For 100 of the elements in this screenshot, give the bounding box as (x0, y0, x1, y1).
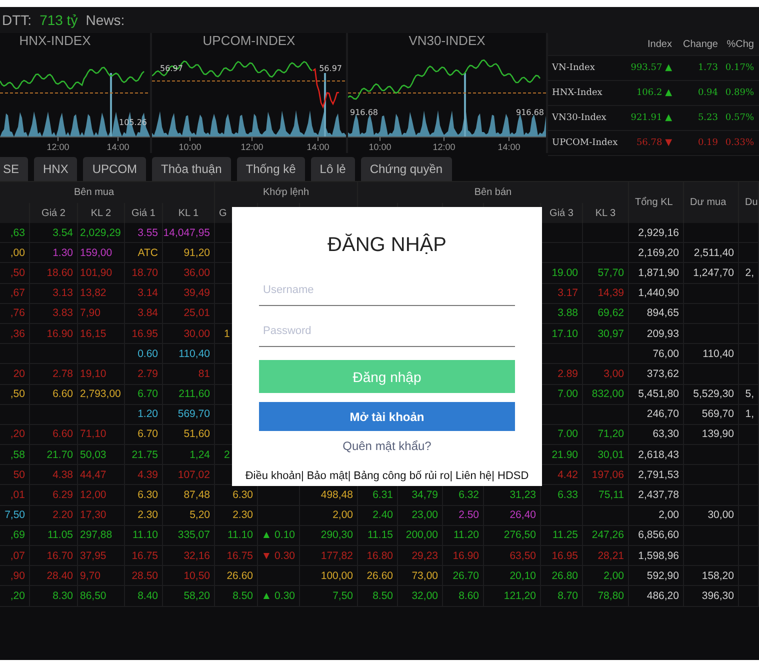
table-cell: 139,90 (684, 424, 739, 446)
table-cell: 2.30 (215, 506, 258, 526)
table-cell: 37,95 (78, 546, 125, 566)
footer-link[interactable]: Bảng công bố rủi ro (354, 470, 450, 482)
table-cell: 592,90 (629, 566, 684, 586)
table-cell: ,76 (0, 304, 30, 324)
table-cell: 87,48 (163, 485, 215, 506)
table-cell: 11.25 (541, 526, 583, 546)
table-cell: 17,30 (78, 506, 125, 526)
table-cell: 5,20 (163, 506, 215, 526)
table-cell: 8.60 (443, 586, 484, 607)
link-separator: | (348, 470, 351, 482)
table-cell: 76,00 (629, 344, 684, 364)
table-cell: 159,00 (78, 243, 125, 264)
table-cell: ,67 (0, 284, 30, 304)
table-cell: 2,929,16 (629, 223, 684, 244)
table-cell: 28.40 (30, 566, 78, 586)
open-account-button[interactable]: Mở tài khoản (259, 402, 515, 431)
chart-title: UPCOM-INDEX (202, 33, 296, 48)
table-cell: 25,01 (163, 304, 215, 324)
table-cell: 2,00 (629, 506, 684, 526)
table-cell: 2,618,43 (629, 445, 684, 466)
table-cell: 2,793,00 (78, 384, 125, 405)
header-cell: Giá 1 (125, 203, 163, 223)
table-cell: 7,50 (300, 586, 358, 607)
index-percent: 0.33% (724, 138, 754, 148)
market-tab[interactable]: SE (0, 157, 28, 181)
footer-link[interactable]: HDSD (498, 470, 529, 482)
table-cell: 209,93 (629, 324, 684, 344)
table-cell: 2,029,29 (78, 223, 125, 244)
table-cell: 200,00 (398, 526, 443, 546)
table-cell: 6.60 (30, 424, 78, 446)
market-tab[interactable]: Thống kê (236, 157, 305, 181)
market-tab[interactable]: HNX (34, 157, 78, 181)
market-tab[interactable]: Lô lẻ (310, 157, 355, 181)
table-cell: 36,00 (163, 263, 215, 284)
table-cell: 2,791,53 (629, 465, 684, 486)
table-cell: 2,00 (300, 506, 358, 526)
table-cell: 3.54 (30, 223, 78, 244)
table-cell: 63,30 (629, 424, 684, 446)
table-cell: 16.75 (215, 546, 258, 566)
time-label: 14:00 (498, 142, 520, 152)
table-cell: 5,529,30 (684, 384, 739, 405)
chart-value-label: 916.68 (350, 108, 378, 117)
table-cell: 16.70 (30, 546, 78, 566)
table-cell: ,07 (0, 546, 30, 566)
table-cell: 2,00 (583, 566, 629, 586)
footer-link[interactable]: Bảo mật (306, 470, 348, 482)
table-cell: 2.79 (125, 364, 163, 384)
header-cell: KL 2 (78, 203, 125, 223)
index-percent: 0.17% (724, 63, 754, 73)
market-tab[interactable]: UPCOM (83, 157, 146, 181)
header-cell: Giá 3 (541, 203, 583, 223)
table-cell: ▲ 0.10 (258, 526, 300, 546)
table-cell: 7,50 (0, 506, 30, 526)
table-cell: 16.90 (30, 324, 78, 344)
column-header: %Chg (726, 38, 754, 50)
market-tab[interactable]: Chứng quyền (360, 157, 452, 181)
table-cell: 6.70 (125, 384, 163, 405)
table-cell: 86,50 (78, 586, 125, 607)
table-cell: 3.14 (125, 284, 163, 304)
table-cell: 2.78 (30, 364, 78, 384)
index-change: 1.73 (696, 63, 718, 73)
index-change: 0.94 (696, 88, 718, 98)
table-cell: 2,169,20 (629, 243, 684, 264)
forgot-password-link[interactable]: Quên mật khẩu? (342, 439, 432, 453)
table-cell: ,50 (0, 384, 30, 405)
footer-link[interactable]: Liên hệ (456, 470, 492, 482)
footer-link[interactable]: Điều khoản (245, 470, 301, 482)
table-cell: 2,437,78 (629, 485, 684, 506)
table-cell: 23,00 (398, 506, 443, 526)
table-cell: 1.20 (125, 404, 163, 425)
index-value: 56.78 ▼ (635, 138, 672, 148)
table-cell: 16.90 (443, 546, 484, 566)
table-cell: 6.33 (541, 485, 583, 506)
index-value: 106.2 ▲ (635, 88, 672, 98)
column-header: Change (682, 38, 718, 50)
table-cell: 3.55 (125, 223, 163, 244)
header-cell: KL 1 (163, 203, 215, 223)
table-cell: 26,40 (484, 506, 541, 526)
table-cell: 2.20 (30, 506, 78, 526)
table-cell: 2.30 (125, 506, 163, 526)
table-cell: 30,97 (583, 324, 629, 344)
table-cell: 276,50 (484, 526, 541, 546)
table-cell: 73,00 (398, 566, 443, 586)
table-cell: 14,047,95 (163, 223, 215, 244)
index-percent: 0.89% (724, 88, 754, 98)
table-cell: 3.83 (30, 304, 78, 324)
market-tab[interactable]: Thỏa thuận (152, 157, 231, 181)
table-cell: ,69 (0, 526, 30, 546)
time-label: 12:00 (46, 142, 70, 152)
dialog-title: ĐĂNG NHẬP (326, 234, 448, 257)
chart-title: VN30-INDEX (408, 33, 486, 48)
table-cell: 3.13 (30, 284, 78, 304)
index-change: 5.23 (696, 113, 718, 123)
table-cell: 2, (739, 263, 759, 284)
link-separator: | (300, 470, 304, 482)
table-cell: 5,451,80 (629, 384, 684, 405)
table-cell: 396,30 (684, 586, 739, 607)
table-cell: 100,00 (300, 566, 358, 586)
